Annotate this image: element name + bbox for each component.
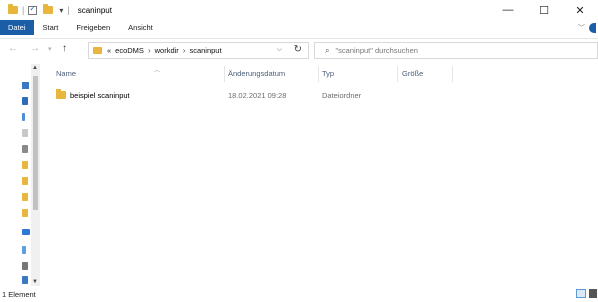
title-bar: | ▾ | scaninput — ☐ ✕ [0, 0, 598, 20]
column-divider[interactable] [452, 66, 453, 82]
pictures-icon[interactable] [22, 145, 28, 153]
quick-access-icon[interactable] [22, 82, 29, 89]
this-pc-icon[interactable] [22, 229, 30, 235]
search-input[interactable]: ⌕ "scaninput" durchsuchen [314, 42, 598, 59]
title-separator: | [67, 5, 70, 15]
scroll-thumb[interactable] [33, 76, 38, 210]
folder-icon[interactable] [22, 209, 28, 217]
qat-dropdown-icon[interactable]: ▾ [59, 6, 63, 15]
search-icon: ⌕ [325, 45, 330, 55]
column-modified[interactable]: Änderungsdatum [228, 69, 285, 78]
column-divider[interactable] [397, 66, 398, 82]
qat-separator: | [22, 5, 25, 15]
folder-icon [56, 89, 66, 99]
forward-icon[interactable]: → [30, 43, 40, 54]
column-type[interactable]: Typ [322, 69, 334, 78]
column-divider[interactable] [224, 66, 225, 82]
breadcrumb-separator: › [182, 46, 186, 55]
new-folder-icon[interactable] [43, 4, 54, 14]
scroll-up-icon[interactable]: ▲ [32, 65, 38, 71]
search-placeholder: "scaninput" durchsuchen [335, 46, 418, 55]
tab-start[interactable]: Start [34, 20, 68, 35]
objects-icon[interactable] [22, 246, 26, 254]
ribbon-tabs: Datei Start Freigeben Ansicht ﹀ [0, 20, 598, 35]
help-icon[interactable] [589, 22, 596, 33]
navigation-bar: ← → ▾ ↑ « ecoDMS › workdir › scaninput ⌵… [0, 38, 598, 60]
item-count: 1 Element [2, 290, 36, 299]
folder-icon[interactable] [22, 161, 28, 169]
folder-icon [93, 47, 102, 54]
navigation-pane: ▲ ▼ [0, 64, 46, 286]
column-size[interactable]: Größe [402, 69, 423, 78]
scroll-down-icon[interactable]: ▼ [32, 279, 38, 285]
refresh-icon[interactable]: ↻ [294, 44, 302, 55]
address-bar[interactable]: « ecoDMS › workdir › scaninput ⌵ ↻ [88, 42, 309, 59]
folder-icon[interactable] [22, 193, 28, 201]
folder-icon [8, 4, 18, 14]
ribbon-right: ﹀ [578, 20, 596, 35]
recent-locations-icon[interactable]: ▾ [48, 45, 52, 53]
downloads-icon[interactable] [22, 113, 25, 121]
nav-scrollbar[interactable]: ▲ ▼ [31, 64, 40, 286]
breadcrumb-ecodms[interactable]: ecoDMS [115, 46, 144, 55]
column-name[interactable]: Name [56, 69, 76, 78]
window-controls: — ☐ ✕ [490, 0, 598, 20]
up-icon[interactable]: ↑ [62, 43, 67, 54]
tab-datei[interactable]: Datei [0, 20, 34, 35]
large-icons-view-icon[interactable] [589, 289, 597, 298]
breadcrumb-workdir[interactable]: workdir [155, 46, 179, 55]
maximize-button[interactable]: ☐ [526, 0, 562, 20]
sort-caret-icon: ︿ [154, 68, 161, 74]
back-icon[interactable]: ← [8, 43, 18, 54]
properties-checkbox-icon[interactable] [28, 4, 38, 15]
desktop-icon[interactable] [22, 97, 28, 105]
close-button[interactable]: ✕ [562, 0, 598, 20]
tab-ansicht[interactable]: Ansicht [119, 20, 162, 35]
breadcrumb-overflow[interactable]: « [107, 46, 111, 55]
list-item[interactable]: beispiel scaninput 18.02.2021 09:28 Date… [50, 87, 598, 103]
minimize-button[interactable]: — [490, 0, 526, 20]
window-title: scaninput [77, 5, 112, 15]
network-icon[interactable] [22, 276, 28, 284]
status-bar: 1 Element [0, 286, 598, 302]
tab-freigeben[interactable]: Freigeben [67, 20, 119, 35]
file-date: 18.02.2021 09:28 [228, 91, 287, 100]
file-name: beispiel scaninput [70, 91, 130, 100]
breadcrumb-scaninput[interactable]: scaninput [189, 46, 221, 55]
column-header-row: ︿ Name Änderungsdatum Typ Größe [50, 66, 598, 82]
breadcrumb-separator: › [147, 46, 151, 55]
file-type: Dateiordner [322, 91, 362, 100]
address-dropdown-icon[interactable]: ⌵ [277, 46, 282, 54]
folder-icon[interactable] [22, 177, 28, 185]
column-divider[interactable] [318, 66, 319, 82]
documents-icon[interactable] [22, 129, 28, 137]
details-view-icon[interactable] [576, 289, 586, 298]
drive-icon[interactable] [22, 262, 28, 270]
expand-ribbon-icon[interactable]: ﹀ [578, 23, 585, 33]
